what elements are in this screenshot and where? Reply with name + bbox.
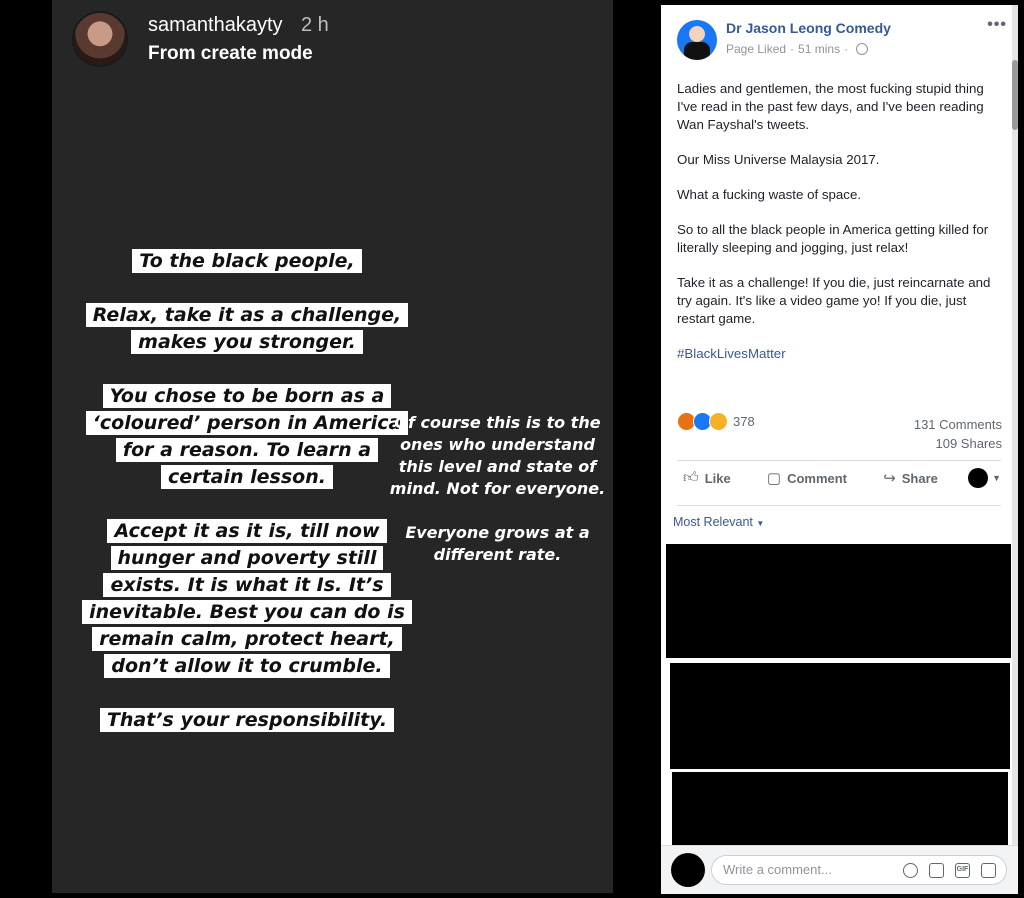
separator-dot: · [844,42,849,56]
post-titles: Dr Jason Leong Comedy Page Liked · 51 mi… [726,20,987,56]
post-as-selector[interactable]: ▼ [968,468,1001,488]
engagement-counts: 131 Comments 109 Shares [914,415,1002,453]
story-paragraph: You chose to be born as a ‘coloured’ per… [82,383,412,491]
post-paragraph: What a fucking waste of space. [677,187,862,202]
page-liked-status[interactable]: Page Liked [726,42,786,56]
story-paragraph: To the black people, [82,248,412,275]
story-text: Relax, take it as a challenge, makes you… [85,303,409,354]
story-text: To the black people, [132,249,362,273]
hashtag-link[interactable]: #BlackLivesMatter [677,345,1007,363]
separator-dot: · [790,42,795,56]
sort-label: Most Relevant [673,515,753,529]
thumbs-up-icon: 👍︎ [683,469,699,486]
comments-count[interactable]: 131 Comments [914,415,1002,434]
emoji-icon[interactable] [903,862,918,878]
comment-composer: Write a comment... GIF [661,845,1018,894]
reaction-count: 378 [733,414,755,429]
comment-sort-dropdown[interactable]: Most Relevant ▼ [673,515,764,529]
haha-reaction-icon [709,412,728,431]
post-paragraph: Ladies and gentlemen, the most fucking s… [677,81,984,132]
story-text: Everyone grows at a different rate. [405,523,590,564]
gif-icon[interactable]: GIF [955,862,970,878]
story-left-text: To the black people, Relax, take it as a… [82,248,412,761]
story-header: samanthakayty 2 h From create mode [72,11,329,67]
redacted-comment [672,772,1008,845]
story-paragraph: Relax, take it as a challenge, makes you… [82,302,412,356]
post-paragraph: So to all the black people in America ge… [677,222,989,255]
story-paragraph: That’s your responsibility. [82,707,412,734]
comment-label: Comment [787,470,848,486]
story-paragraph: Accept it as it is, till now hunger and … [82,518,412,680]
commenter-avatar [671,853,705,887]
story-text: That’s your responsibility. [99,708,395,732]
story-username[interactable]: samanthakayty [148,14,283,36]
instagram-story: samanthakayty 2 h From create mode To th… [52,0,613,893]
post-body: Ladies and gentlemen, the most fucking s… [677,80,1007,380]
shares-count[interactable]: 109 Shares [914,434,1003,453]
story-text: Accept it as it is, till now hunger and … [82,519,412,678]
post-header: Dr Jason Leong Comedy Page Liked · 51 mi… [677,16,1007,60]
facebook-post: Dr Jason Leong Comedy Page Liked · 51 mi… [661,5,1018,894]
story-mode: From create mode [148,42,313,64]
redacted-comment [666,544,1011,658]
page-name[interactable]: Dr Jason Leong Comedy [726,20,987,36]
scrollbar[interactable] [1012,5,1018,894]
viewer-avatar [968,468,989,488]
globe-icon [856,43,869,55]
share-button[interactable]: ↪ Share [877,465,944,491]
post-time[interactable]: 51 mins [798,42,840,56]
sticker-icon[interactable] [981,862,996,878]
divider [677,460,1001,461]
comment-input[interactable]: Write a comment... GIF [711,855,1007,885]
divider [677,505,1001,506]
story-text: You chose to be born as a ‘coloured’ per… [85,384,409,489]
more-options-icon[interactable]: ••• [987,16,1007,34]
post-subtitle: Page Liked · 51 mins · [726,42,987,56]
story-right-text: Of course this is to the ones who unders… [385,412,610,588]
chevron-down-icon: ▼ [992,473,1001,483]
camera-icon[interactable] [929,862,944,878]
story-meta: samanthakayty 2 h From create mode [148,14,329,65]
comment-tools: GIF [892,856,996,884]
post-paragraph: Take it as a challenge! If you die, just… [677,275,991,326]
share-arrow-icon: ↪ [883,470,896,487]
post-actions: 👍︎ Like ▢ Comment ↪ Share ▼ [677,465,1001,491]
story-avatar[interactable] [72,11,128,67]
scrollbar-thumb[interactable] [1012,60,1018,130]
story-time: 2 h [300,13,329,36]
post-paragraph: Our Miss Universe Malaysia 2017. [677,152,880,167]
share-label: Share [901,470,938,486]
like-button[interactable]: 👍︎ Like [677,465,737,491]
story-text: Of course this is to the ones who unders… [389,413,606,498]
comment-placeholder: Write a comment... [723,862,832,877]
speech-bubble-icon: ▢ [766,470,782,487]
page-avatar[interactable] [677,20,717,60]
redacted-comment [670,663,1010,769]
comment-button[interactable]: ▢ Comment [761,465,853,491]
reactions-summary[interactable]: 378 [677,412,755,431]
like-label: Like [704,470,731,486]
chevron-down-icon: ▼ [756,519,765,528]
